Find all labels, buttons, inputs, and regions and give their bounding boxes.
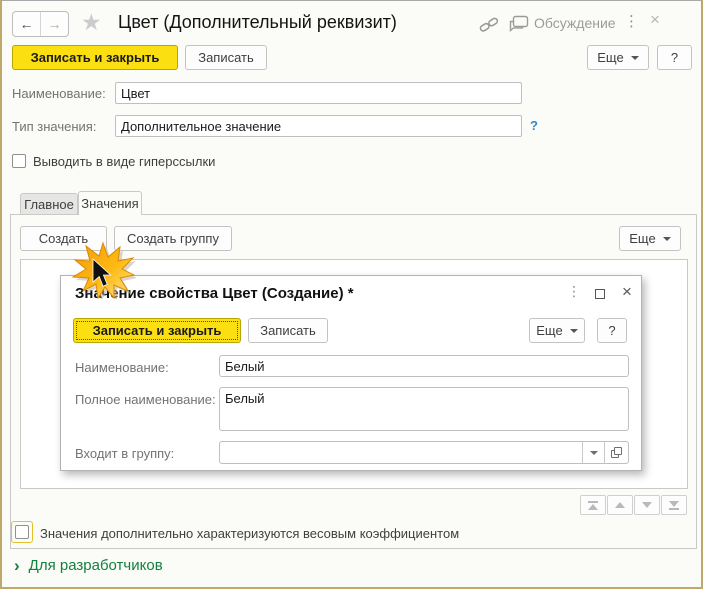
move-bottom-button[interactable]: [661, 495, 687, 515]
value-create-dialog: Значение свойства Цвет (Создание) * ⋮ × …: [60, 275, 642, 471]
name-label: Наименование:: [12, 86, 106, 101]
chevron-right-icon: ›: [14, 557, 20, 574]
cursor-icon: [91, 258, 115, 290]
dialog-name-label: Наименование:: [75, 360, 169, 375]
save-close-button[interactable]: Записать и закрыть: [12, 45, 178, 70]
move-bottom-icon: [669, 501, 679, 507]
move-top-icon: [588, 504, 598, 510]
value-type-input[interactable]: Дополнительное значение: [115, 115, 522, 137]
chevron-down-icon: [570, 329, 578, 333]
weight-checkbox-focus-ring: [11, 521, 33, 543]
dialog-maximize-icon[interactable]: [595, 289, 605, 299]
help-button[interactable]: ?: [657, 45, 692, 70]
dialog-group-label: Входит в группу:: [75, 446, 174, 461]
dialog-close-icon[interactable]: ×: [622, 282, 632, 302]
back-arrow-icon[interactable]: ←: [13, 12, 41, 36]
dialog-full-name-label: Полное наименование:: [75, 392, 216, 407]
group-dropdown-button[interactable]: [582, 442, 604, 463]
dialog-help-button[interactable]: ?: [597, 318, 627, 343]
developers-link[interactable]: › Для разработчиков: [14, 557, 163, 574]
dialog-group-input[interactable]: [219, 441, 629, 464]
page-title: Цвет (Дополнительный реквизит): [118, 12, 397, 33]
name-input[interactable]: Цвет: [115, 82, 522, 104]
move-up-icon: [615, 502, 625, 508]
link-icon[interactable]: [479, 16, 499, 34]
discussion-icon[interactable]: [508, 15, 530, 34]
dialog-save-close-button[interactable]: Записать и закрыть: [73, 318, 241, 343]
chevron-down-icon: [663, 237, 671, 241]
app-window: ← → ★ Цвет (Дополнительный реквизит) Обс…: [0, 0, 703, 589]
chevron-down-icon: [590, 451, 598, 455]
dialog-save-button[interactable]: Записать: [248, 318, 328, 343]
more-button[interactable]: Еще: [587, 45, 649, 70]
history-nav-group: ← →: [12, 11, 69, 37]
save-button[interactable]: Записать: [185, 45, 267, 70]
open-icon: [611, 447, 622, 458]
value-type-help-icon[interactable]: ?: [530, 118, 538, 133]
dialog-more-button[interactable]: Еще: [529, 318, 585, 343]
group-open-button[interactable]: [604, 442, 628, 463]
weight-checkbox[interactable]: [15, 525, 29, 539]
close-icon[interactable]: ×: [650, 10, 660, 30]
forward-arrow-icon[interactable]: →: [41, 12, 68, 36]
dialog-full-name-textarea[interactable]: Белый: [219, 387, 629, 431]
dialog-name-input[interactable]: Белый: [219, 355, 629, 377]
hyperlink-checkbox[interactable]: [12, 154, 26, 168]
move-down-button[interactable]: [634, 495, 660, 515]
kebab-menu-icon[interactable]: ⋮: [624, 12, 639, 30]
tab-main[interactable]: Главное: [20, 193, 78, 215]
value-type-label: Тип значения:: [12, 119, 96, 134]
dialog-kebab-menu-icon[interactable]: ⋮: [567, 283, 581, 300]
hyperlink-checkbox-label[interactable]: Выводить в виде гиперссылки: [33, 154, 215, 169]
panel-more-button[interactable]: Еще: [619, 226, 681, 251]
favorite-star-icon[interactable]: ★: [81, 9, 102, 36]
move-top-button[interactable]: [580, 495, 606, 515]
discussion-label[interactable]: Обсуждение: [534, 15, 616, 31]
chevron-down-icon: [631, 56, 639, 60]
move-down-icon: [642, 502, 652, 508]
weight-checkbox-label[interactable]: Значения дополнительно характеризуются в…: [40, 526, 459, 541]
move-up-button[interactable]: [607, 495, 633, 515]
tab-values[interactable]: Значения: [78, 191, 142, 215]
